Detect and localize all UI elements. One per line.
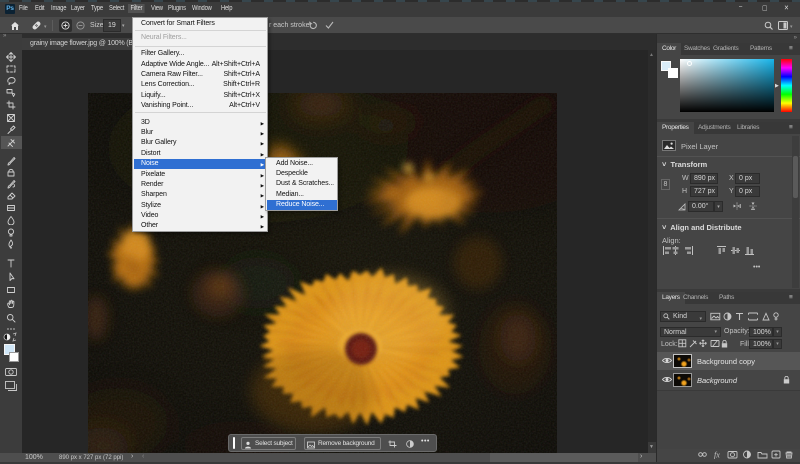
svg-text:fx: fx [714,451,720,460]
